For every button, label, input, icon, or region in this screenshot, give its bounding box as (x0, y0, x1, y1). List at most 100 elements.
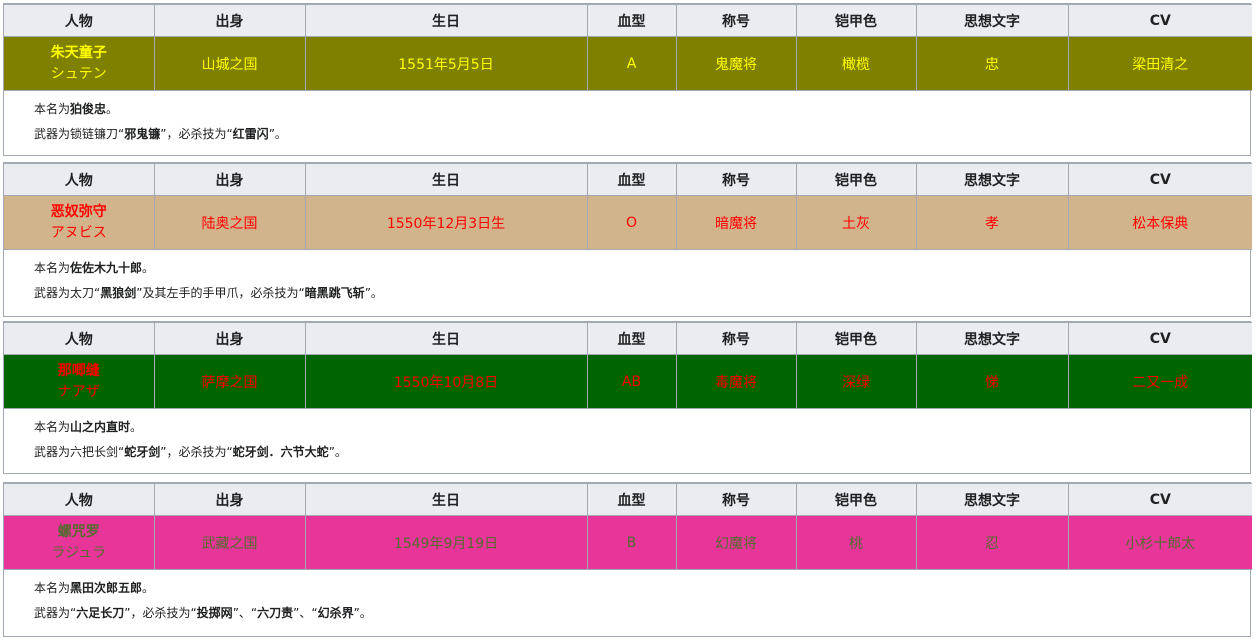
header-title: 称号 (675, 322, 797, 355)
title-cell: 幻魔将 (675, 515, 797, 570)
header-title: 称号 (675, 163, 797, 196)
character-list: 人物 出身 生日 血型 称号 铠甲色 思想文字 CV 朱天童子 シュテン 山城之国 1551年5月5日… (0, 0, 1257, 643)
real-name-prefix: 本名为 (34, 102, 71, 116)
real-name-suffix: 。 (130, 420, 143, 434)
character-kana: アヌビス (50, 224, 107, 241)
real-name-prefix: 本名为 (34, 261, 71, 275)
weapon-or-skill-name: 蛇牙剑．六节大蛇 (232, 445, 329, 459)
blood-type-cell: O (586, 195, 677, 250)
weapon-text: ”。 (268, 127, 287, 141)
weapon-or-skill-name: 六足长刀 (76, 606, 125, 620)
cv-cell: 小杉十郎太 (1067, 515, 1252, 570)
weapon-or-skill-name: 黑狼剑 (100, 286, 137, 300)
value-row: 螺咒罗 ラジュラ 武藏之国 1549年9月19日 B 幻魔将桃忍小杉十郎太 (4, 515, 1252, 570)
character-description: 本名为山之内直时。 武器为六把长剑“蛇牙剑”，必杀技为“蛇牙剑．六节大蛇”。 (4, 409, 1250, 465)
header-virtue: 思想文字 (915, 483, 1069, 516)
real-name-line: 本名为山之内直时。 (34, 415, 1250, 440)
character-name-cell: 恶奴弥守 アヌビス (4, 195, 155, 250)
header-blood-type: 血型 (586, 163, 677, 196)
virtue-cell: 孝 (915, 195, 1069, 250)
armor-color-cell: 橄榄 (795, 36, 917, 91)
virtue-cell: 忍 (915, 515, 1069, 570)
title-cell: 毒魔将 (675, 354, 797, 409)
character-info-table: 人物 出身 生日 血型 称号 铠甲色 思想文字 CV 朱天童子 シュテン 山城之国 1551年5月5日… (4, 4, 1252, 91)
header-armor-color: 铠甲色 (795, 483, 917, 516)
weapon-text: ”。 (364, 286, 383, 300)
virtue-cell: 忠 (915, 36, 1069, 91)
real-name: 佐佐木九十郎 (70, 261, 143, 275)
header-armor-color: 铠甲色 (795, 322, 917, 355)
real-name-suffix: 。 (142, 261, 155, 275)
weapon-or-skill-name: 邪鬼镰 (124, 127, 161, 141)
header-character: 人物 (4, 163, 155, 196)
weapon-or-skill-name: 六刀责 (257, 606, 294, 620)
header-origin: 出身 (153, 483, 306, 516)
character-kana: ナアザ (57, 383, 100, 400)
weapon-text: ”、“ (232, 606, 258, 620)
cv-cell: 梁田清之 (1067, 36, 1252, 91)
header-cv: CV (1067, 322, 1252, 355)
value-row: 那唧缝 ナアザ 萨摩之国 1550年10月8日 AB 毒魔将 深绿悌二又一成 (4, 354, 1252, 409)
header-armor-color: 铠甲色 (795, 163, 917, 196)
character-name: 恶奴弥守 (50, 203, 107, 220)
weapon-text: 武器为“ (34, 606, 77, 620)
header-birthday: 生日 (304, 322, 588, 355)
header-origin: 出身 (153, 322, 306, 355)
armor-color-cell: 深绿 (795, 354, 917, 409)
real-name-suffix: 。 (142, 581, 155, 595)
weapon-text: ”，必杀技为“ (124, 606, 197, 620)
character-card: 人物 出身 生日 血型 称号 铠甲色 思想文字 CV 那唧缝 ナアザ 萨摩之国 1550年10月8日 A… (3, 321, 1252, 474)
header-row: 人物 出身 生日 血型 称号 铠甲色 思想文字 CV (4, 163, 1252, 196)
weapon-text: ”，必杀技为“ (160, 127, 233, 141)
header-character: 人物 (4, 322, 155, 355)
header-birthday: 生日 (304, 483, 588, 516)
character-name-cell: 那唧缝 ナアザ (4, 354, 155, 409)
weapon-line: 武器为六把长剑“蛇牙剑”，必杀技为“蛇牙剑．六节大蛇”。 (34, 440, 1250, 465)
character-description: 本名为黑田次郎五郎。 武器为“六足长刀”，必杀技为“投掷网”、“六刀责”、“幻杀界… (4, 570, 1250, 626)
character-name: 那唧缝 (57, 362, 100, 379)
title-cell: 鬼魔将 (675, 36, 797, 91)
character-info-table: 人物 出身 生日 血型 称号 铠甲色 思想文字 CV 那唧缝 ナアザ 萨摩之国 1550年10月8日 A… (4, 322, 1252, 409)
real-name-line: 本名为狛俊忠。 (34, 97, 1250, 122)
origin-cell: 萨摩之国 (153, 354, 306, 409)
character-name: 朱天童子 (50, 44, 107, 61)
value-row: 恶奴弥守 アヌビス 陆奥之国 1550年12月3日生 O 暗魔将 土灰孝松本保典 (4, 195, 1252, 250)
character-kana: ラジュラ (51, 544, 107, 561)
weapon-text: ”。 (328, 445, 347, 459)
header-origin: 出身 (153, 163, 306, 196)
blood-type-cell: B (586, 515, 677, 570)
weapon-text: ”，必杀技为“ (160, 445, 233, 459)
real-name: 狛俊忠 (70, 102, 107, 116)
character-card: 人物 出身 生日 血型 称号 铠甲色 思想文字 CV 螺咒罗 ラジュラ 武藏之国 1549年9月19日… (3, 482, 1252, 637)
birthday-cell: 1550年10月8日 (304, 354, 588, 409)
header-row: 人物 出身 生日 血型 称号 铠甲色 思想文字 CV (4, 483, 1252, 516)
character-description: 本名为佐佐木九十郎。 武器为太刀“黑狼剑”及其左手的手甲爪，必杀技为“暗黑跳飞斩”… (4, 250, 1250, 306)
weapon-text: ”及其左手的手甲爪，必杀技为“ (136, 286, 305, 300)
header-title: 称号 (675, 483, 797, 516)
header-birthday: 生日 (304, 4, 588, 37)
weapon-text: 武器为太刀“ (34, 286, 101, 300)
header-row: 人物 出身 生日 血型 称号 铠甲色 思想文字 CV (4, 4, 1252, 37)
birthday-cell: 1551年5月5日 (304, 36, 588, 91)
blood-type-cell: A (586, 36, 677, 91)
armor-color-cell: 土灰 (795, 195, 917, 250)
header-virtue: 思想文字 (915, 322, 1069, 355)
birthday-cell: 1550年12月3日生 (304, 195, 588, 250)
value-row: 朱天童子 シュテン 山城之国 1551年5月5日 A 鬼魔将 橄榄忠梁田清之 (4, 36, 1252, 91)
weapon-or-skill-name: 红雷闪 (232, 127, 269, 141)
origin-cell: 武藏之国 (153, 515, 306, 570)
armor-color-cell: 桃 (795, 515, 917, 570)
header-blood-type: 血型 (586, 483, 677, 516)
virtue-cell: 悌 (915, 354, 1069, 409)
header-birthday: 生日 (304, 163, 588, 196)
header-title: 称号 (675, 4, 797, 37)
header-blood-type: 血型 (586, 322, 677, 355)
header-cv: CV (1067, 4, 1252, 37)
header-cv: CV (1067, 163, 1252, 196)
character-card: 人物 出身 生日 血型 称号 铠甲色 思想文字 CV 朱天童子 シュテン 山城之国 1551年5月5日… (3, 3, 1252, 156)
header-character: 人物 (4, 4, 155, 37)
character-info-table: 人物 出身 生日 血型 称号 铠甲色 思想文字 CV 螺咒罗 ラジュラ 武藏之国 1549年9月19日… (4, 483, 1252, 570)
weapon-line: 武器为“六足长刀”，必杀技为“投掷网”、“六刀责”、“幻杀界”。 (34, 601, 1250, 626)
character-description: 本名为狛俊忠。 武器为锁链镰刀“邪鬼镰”，必杀技为“红雷闪”。 (4, 91, 1250, 147)
character-card: 人物 出身 生日 血型 称号 铠甲色 思想文字 CV 恶奴弥守 アヌビス 陆奥之国 1550年12月3… (3, 162, 1252, 317)
